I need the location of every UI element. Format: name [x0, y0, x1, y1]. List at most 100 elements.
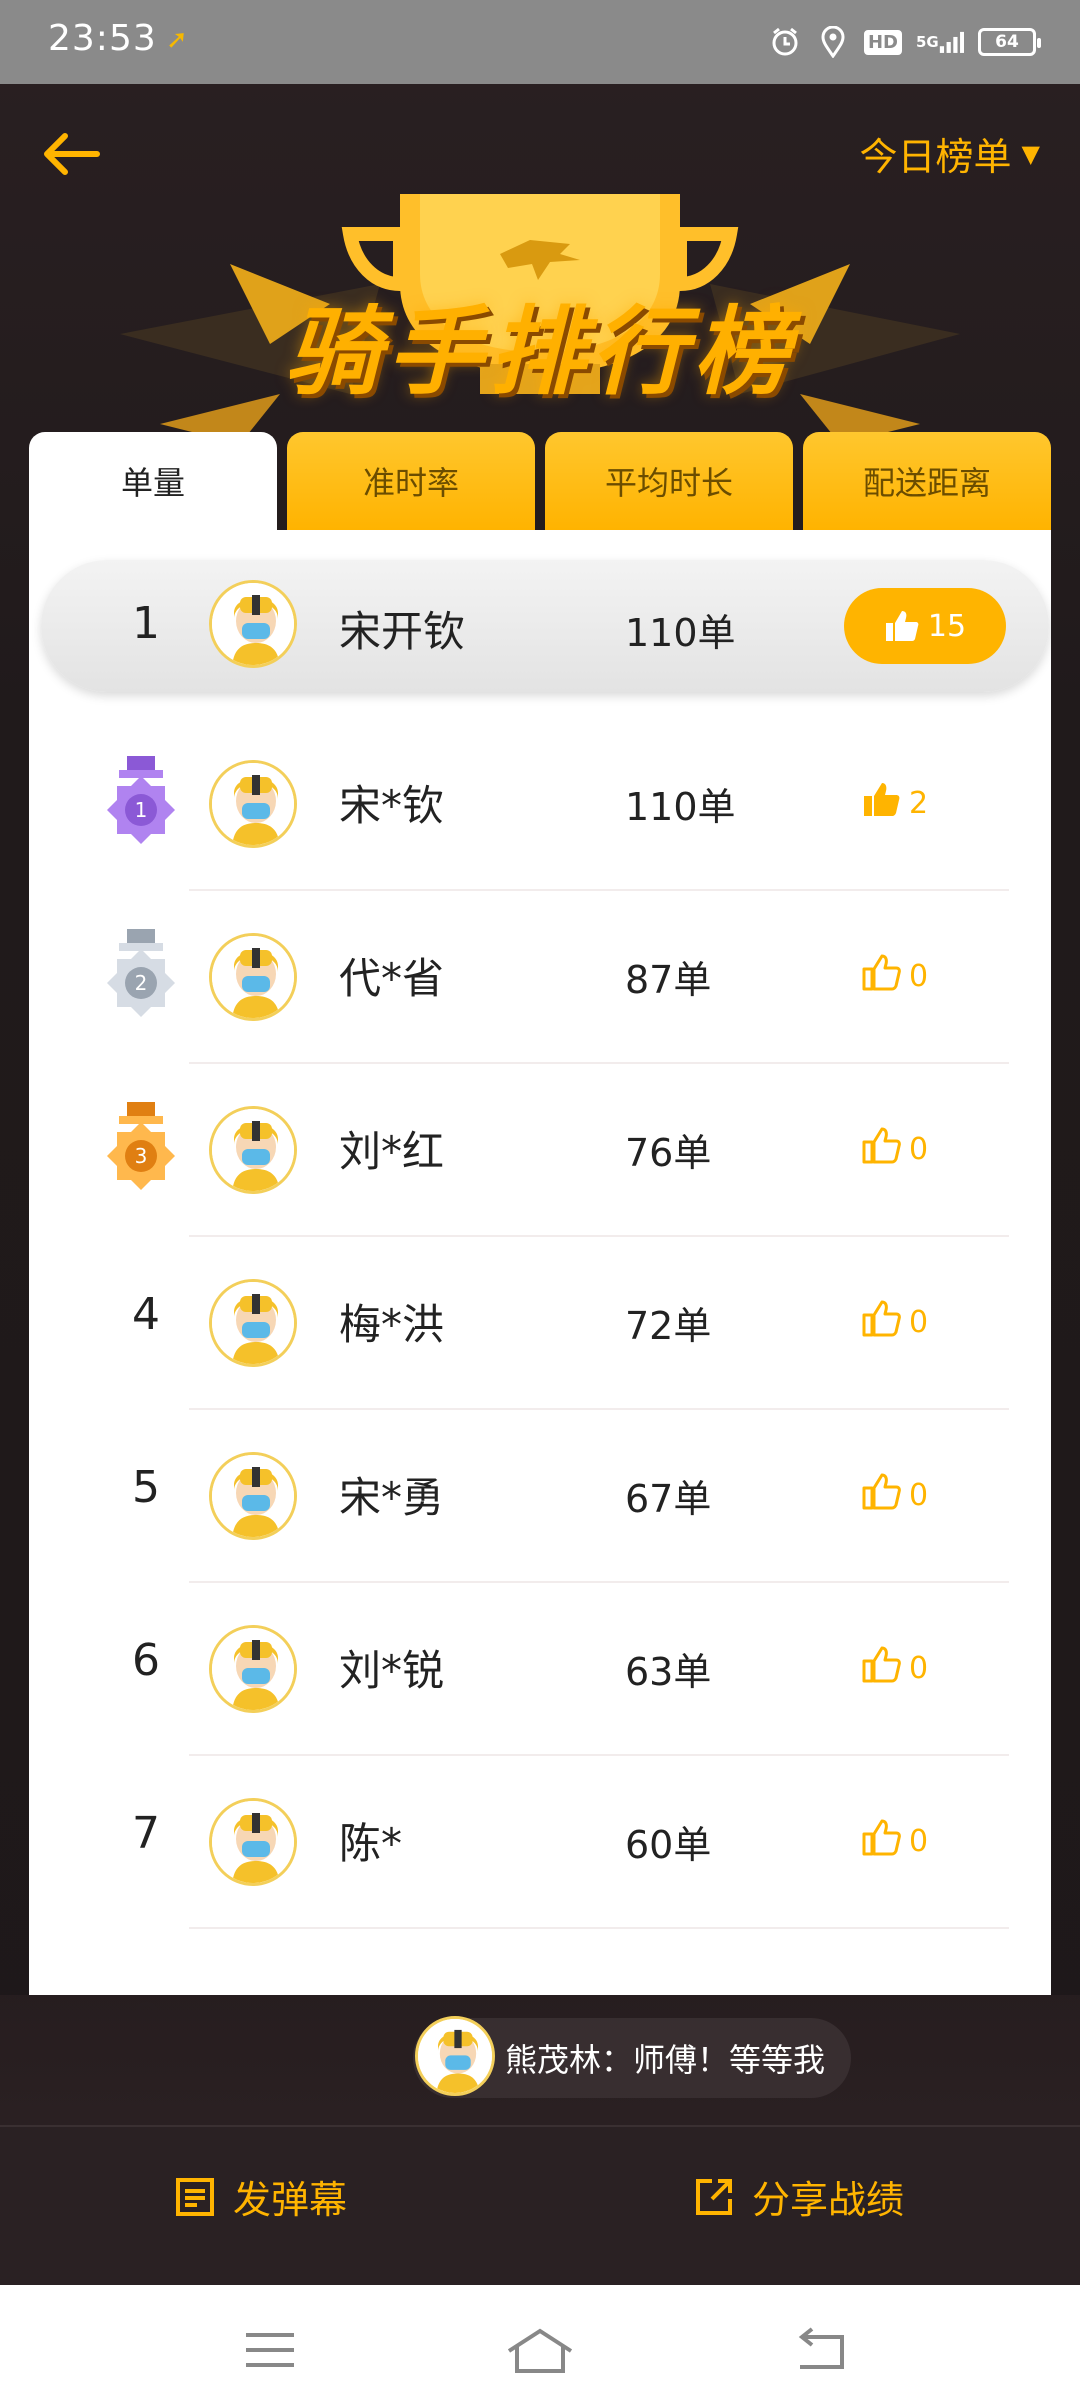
avatar	[209, 1279, 297, 1367]
medal-silver-icon: 2	[105, 929, 177, 1019]
rank-row: 7 陈* 60单 0	[29, 1756, 1051, 1929]
banner-title: 骑手排行榜	[285, 296, 795, 408]
svg-text:2: 2	[135, 971, 148, 995]
hd-icon: HD	[863, 29, 902, 55]
rider-name: 宋*钦	[339, 781, 445, 830]
system-nav-bar	[0, 2285, 1080, 2408]
rider-name: 代*省	[339, 954, 445, 1003]
avatar	[209, 760, 297, 848]
like-button[interactable]: 0	[861, 1472, 928, 1518]
thumbs-up-icon	[861, 1645, 901, 1691]
avatar	[209, 1106, 297, 1194]
delivery-app-icon: ➚	[166, 25, 188, 55]
rank-row: 4 梅*洪 72单 0	[29, 1237, 1051, 1410]
order-count: 110单	[625, 785, 736, 829]
arrow-left-icon	[44, 133, 100, 175]
my-like-count: 15	[927, 608, 967, 644]
avatar	[209, 933, 297, 1021]
alarm-icon	[768, 25, 802, 59]
thumbs-up-icon	[861, 1126, 901, 1172]
row-divider	[189, 1927, 1009, 1929]
tab-on-time-rate[interactable]: 准时率	[287, 432, 535, 530]
like-count: 0	[909, 1650, 929, 1686]
my-rank-row: 1 宋开钦 110单 15	[41, 560, 1049, 692]
order-count: 76单	[625, 1131, 712, 1175]
thumbs-up-icon	[861, 780, 901, 826]
my-name: 宋开钦	[339, 607, 466, 656]
medal-purple-icon: 1	[105, 756, 177, 846]
medal-bronze-icon: 3	[105, 1102, 177, 1192]
back-button[interactable]	[36, 124, 106, 184]
thumbs-up-icon	[861, 1472, 901, 1518]
rank-row: 2 代*省 87单 0	[29, 891, 1051, 1064]
my-rank: 1	[132, 598, 160, 649]
caret-down-icon: ▼	[1021, 139, 1040, 168]
danmaku-bubble: 熊茂林：师傅！等等我	[413, 2016, 852, 2098]
rider-name: 梅*洪	[339, 1300, 445, 1349]
danmaku-avatar	[415, 2016, 495, 2096]
order-count: 87单	[625, 958, 712, 1002]
thumbs-up-icon	[885, 611, 919, 641]
like-count: 0	[909, 1477, 929, 1513]
range-dropdown[interactable]: 今日榜单 ▼	[860, 126, 1040, 181]
menu-icon[interactable]	[240, 2325, 300, 2375]
like-count: 2	[909, 785, 929, 821]
rank-row: 6 刘*锐 63单 0	[29, 1583, 1051, 1756]
avatar	[209, 1798, 297, 1886]
rider-name: 陈*	[339, 1819, 403, 1868]
page: 23:53 ➚ HD 5G 64 今日榜单 ▼ 骑手排行榜 单量 准时率 平均时…	[0, 0, 1080, 2408]
thumbs-up-icon	[861, 1299, 901, 1345]
bottom-action-bar: 发弹幕 分享战绩	[0, 2125, 1080, 2285]
share-results-button[interactable]: 分享战绩	[694, 2169, 904, 2224]
avatar	[209, 580, 297, 668]
metric-tabs: 单量 准时率 平均时长 配送距离	[29, 432, 1051, 530]
send-danmaku-label: 发弹幕	[233, 2178, 348, 2222]
range-label: 今日榜单	[859, 135, 1012, 179]
send-danmaku-button[interactable]: 发弹幕	[175, 2169, 347, 2224]
my-like-button[interactable]: 15	[844, 588, 1006, 664]
network-type: 5G	[916, 32, 939, 51]
like-button[interactable]: 0	[861, 1126, 928, 1172]
rider-name: 宋*勇	[339, 1473, 445, 1522]
like-button[interactable]: 0	[861, 1818, 928, 1864]
rider-name: 刘*锐	[339, 1646, 445, 1695]
home-icon[interactable]	[505, 2325, 575, 2375]
signal-icon: 5G	[916, 25, 964, 59]
like-button[interactable]: 0	[861, 1299, 928, 1345]
like-count: 0	[909, 958, 929, 994]
share-results-label: 分享战绩	[752, 2178, 905, 2222]
like-count: 0	[909, 1304, 929, 1340]
battery-icon: 64	[978, 28, 1041, 56]
status-icons: HD 5G 64	[768, 22, 1041, 62]
like-button[interactable]: 0	[861, 953, 928, 999]
order-count: 72单	[625, 1304, 712, 1348]
like-count: 0	[909, 1823, 929, 1859]
back-nav-icon[interactable]	[790, 2325, 850, 2375]
svg-text:1: 1	[135, 798, 148, 822]
rank-number: 5	[132, 1462, 160, 1513]
like-button[interactable]: 2	[861, 780, 928, 826]
my-orders: 110单	[625, 611, 736, 655]
header: 今日榜单 ▼ 骑手排行榜	[0, 84, 1080, 444]
rider-name: 刘*红	[339, 1127, 445, 1176]
rank-row: 1 宋*钦 110单 2	[29, 718, 1051, 891]
location-icon	[816, 25, 850, 59]
like-button[interactable]: 0	[861, 1645, 928, 1691]
avatar	[209, 1452, 297, 1540]
order-count: 60单	[625, 1823, 712, 1867]
like-count: 0	[909, 1131, 929, 1167]
tab-orders[interactable]: 单量	[29, 432, 277, 530]
rank-row: 5 宋*勇 67单 0	[29, 1410, 1051, 1583]
share-icon	[696, 2178, 732, 2215]
tab-average-duration[interactable]: 平均时长	[545, 432, 793, 530]
rank-row: 3 刘*红 76单 0	[29, 1064, 1051, 1237]
rank-number: 4	[132, 1289, 160, 1340]
tab-delivery-distance[interactable]: 配送距离	[803, 432, 1051, 530]
status-time: 23:53	[48, 18, 157, 59]
status-bar: 23:53 ➚ HD 5G 64	[0, 0, 1080, 84]
avatar	[209, 1625, 297, 1713]
ranking-list[interactable]: 1 宋开钦 110单 15 1 宋*钦 110单 2 2 代*省 87单 0 3 刘*红 76单 0 4…	[29, 530, 1051, 1995]
rank-number: 6	[132, 1635, 160, 1686]
danmaku-icon	[176, 2177, 214, 2216]
rank-number: 7	[132, 1808, 160, 1859]
